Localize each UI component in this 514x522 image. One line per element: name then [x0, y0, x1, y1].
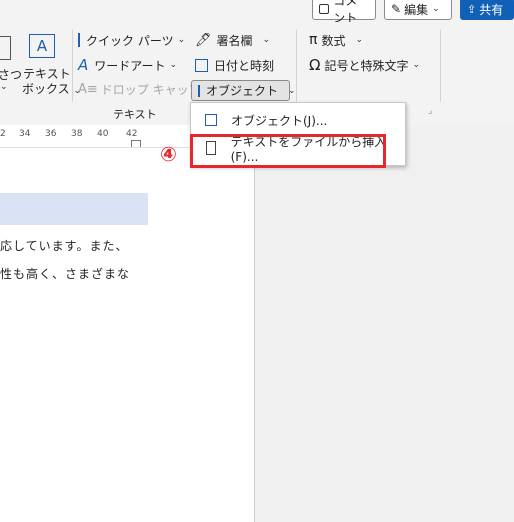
selected-text-highlight — [0, 193, 148, 225]
equation-button[interactable]: π 数式 ⌄ — [309, 30, 389, 50]
gray-canvas-area — [254, 125, 514, 522]
signature-label: 署名欄 — [216, 33, 253, 48]
chevron-down-icon: ⌄ — [412, 60, 421, 70]
group-separator — [296, 30, 297, 102]
chevron-down-icon: ⌄ — [432, 4, 440, 14]
partial-icon — [0, 36, 11, 60]
object-icon — [205, 114, 217, 126]
signature-icon: 🖊 — [195, 32, 212, 48]
ruler-number: 36 — [45, 129, 57, 139]
ruler-number: 42 — [126, 129, 138, 139]
symbol-button[interactable]: Ω 記号と特殊文字 ⌄ — [309, 55, 429, 75]
object-icon — [198, 84, 200, 97]
quick-parts-button[interactable]: クイック パーツ ⌄ — [76, 30, 185, 50]
ruler-number: 40 — [97, 129, 109, 139]
share-label: 共有 — [479, 2, 504, 17]
object-button[interactable]: オブジェクト ⌄ — [191, 80, 296, 101]
indent-marker[interactable] — [131, 140, 141, 147]
pi-icon: π — [309, 32, 318, 48]
chevron-down-icon: ⌄ — [262, 35, 271, 45]
group-expand-icon[interactable]: ⌟ — [428, 106, 432, 116]
comment-icon — [319, 4, 330, 14]
wordart-label: ワードアート — [94, 58, 166, 73]
step-number-badge: ④ — [160, 142, 177, 166]
equation-label: 数式 — [321, 33, 346, 48]
object-label: オブジェクト — [206, 84, 279, 98]
textbox-icon: A — [29, 34, 55, 58]
quick-parts-label: クイック パーツ — [86, 33, 174, 48]
text-group-label: テキスト — [113, 108, 157, 121]
chevron-down-icon: ⌄ — [0, 82, 8, 92]
textbox-button[interactable]: A テキスト ボックス ⌄ — [20, 30, 81, 98]
omega-icon: Ω — [309, 56, 321, 74]
dropcap-button[interactable]: A≡ ドロップ キャップ ⌄ — [76, 79, 212, 99]
chevron-down-icon: ⌄ — [177, 35, 186, 45]
chevron-down-icon: ⌄ — [288, 85, 296, 96]
chevron-down-icon: ⌄ — [169, 60, 178, 70]
wordart-button[interactable]: A ワードアート ⌄ — [76, 55, 180, 75]
calendar-icon — [195, 58, 208, 72]
chevron-down-icon: ⌄ — [355, 35, 363, 45]
edit-button[interactable]: ✎ 編集 ⌄ — [384, 0, 452, 20]
group-separator — [72, 30, 73, 102]
ruler-number: 34 — [19, 129, 31, 139]
dropcap-icon: A≡ — [78, 81, 98, 97]
ruler-number: 38 — [71, 129, 83, 139]
pencil-icon: ✎ — [391, 2, 402, 16]
edit-label: 編集 — [404, 2, 429, 17]
quick-parts-icon — [78, 33, 80, 47]
document-line: 性も高く、さまざまな — [0, 267, 131, 281]
datetime-button[interactable]: 日付と時刻 — [193, 55, 279, 75]
symbol-label: 記号と特殊文字 — [324, 58, 409, 73]
document-line: 応しています。また、 — [0, 239, 129, 253]
dropcap-label: ドロップ キャップ — [100, 82, 201, 97]
share-icon: ⇪ — [467, 2, 477, 16]
datetime-label: 日付と時刻 — [214, 58, 275, 73]
share-button[interactable]: ⇪ 共有 — [460, 0, 514, 20]
wordart-icon: A — [78, 56, 89, 74]
menu-item-object[interactable]: オブジェクト(J)... — [191, 106, 405, 134]
menu-item-object-label: オブジェクト(J)... — [231, 113, 328, 128]
signature-button[interactable]: 🖊 署名欄 ⌄ — [193, 30, 279, 50]
partial-label: さつ — [0, 68, 23, 82]
group-separator — [440, 30, 441, 102]
comment-button[interactable]: コメント — [312, 0, 376, 25]
callout-highlight-box — [190, 134, 386, 168]
ruler-number: 2 — [0, 129, 6, 139]
